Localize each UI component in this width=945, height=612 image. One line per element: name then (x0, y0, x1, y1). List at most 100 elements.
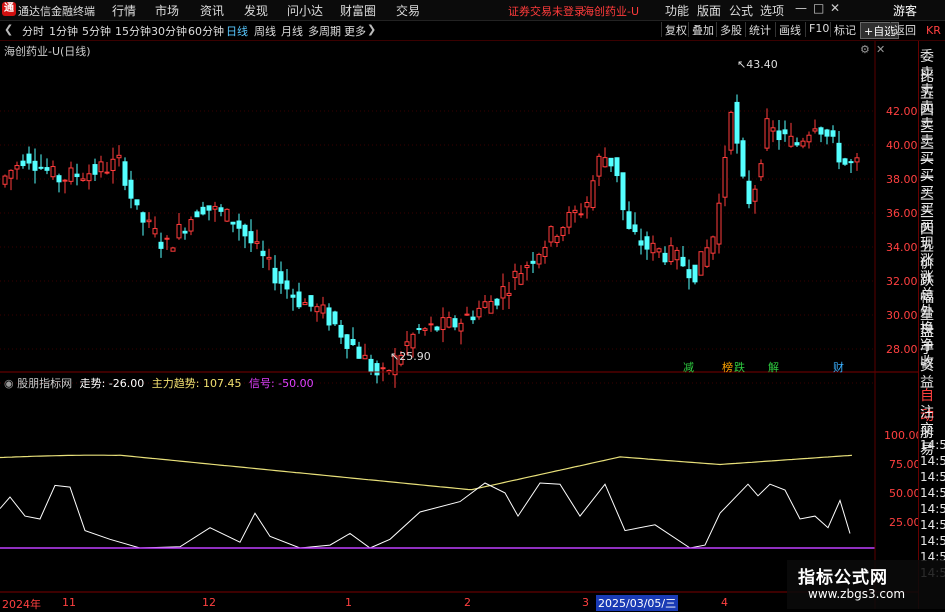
menu-trade[interactable]: 交易 (396, 2, 420, 19)
candle-body (566, 211, 572, 228)
indicator-toggle-icon[interactable]: ◉ (4, 377, 14, 390)
user-guest[interactable]: 游客 (893, 2, 917, 19)
candle-body (536, 253, 542, 265)
price-tick: 36.00 (886, 207, 918, 220)
candle-body (332, 311, 338, 325)
candle-body (638, 240, 644, 246)
nav-back-icon[interactable]: ❮ (4, 23, 13, 36)
candle-body (608, 157, 614, 167)
indicator-name[interactable]: 股朋指标网 (17, 377, 72, 390)
period-daily[interactable]: 日线 (226, 23, 248, 39)
menu-discover[interactable]: 发现 (244, 2, 268, 19)
back-button[interactable]: 返回 (890, 22, 919, 37)
candle-body (824, 129, 830, 137)
tool-stats[interactable]: 统计 (745, 22, 774, 37)
sidebar-time: 14:5 (920, 454, 945, 468)
candle-body (788, 135, 794, 147)
candle-body (272, 267, 278, 284)
candle-body (596, 155, 602, 177)
menu-wealth-circle[interactable]: 财富圈 (340, 2, 376, 19)
candle-body (98, 161, 104, 173)
watermark-url: www.zbgs3.com (808, 587, 906, 601)
candle-body (362, 354, 368, 360)
candle-body (416, 328, 422, 331)
maximize-icon[interactable]: □ (813, 1, 824, 15)
candle-body (518, 273, 524, 285)
period-multi[interactable]: 多周期 (308, 23, 341, 39)
tool-rights[interactable]: 复权 (661, 22, 690, 37)
price-tick: 34.00 (886, 241, 918, 254)
candle-body (632, 224, 638, 233)
event-marker[interactable]: 榜 (722, 359, 733, 375)
candle-body (674, 249, 680, 261)
event-marker[interactable]: 财 (833, 359, 844, 375)
menu-market[interactable]: 市场 (155, 2, 179, 19)
candle-body (260, 250, 266, 257)
indicator-series (0, 454, 875, 549)
tool-mark[interactable]: 标记 (830, 22, 859, 37)
tool-draw[interactable]: 画线 (775, 22, 804, 37)
candle-body (470, 316, 476, 321)
candle-body (422, 328, 428, 331)
event-marker[interactable]: 跌 (734, 359, 745, 375)
candle-body (656, 248, 662, 253)
candle-body (116, 154, 122, 159)
candle-body (434, 326, 440, 331)
minimize-icon[interactable]: — (795, 1, 807, 15)
menu-ask-xiaoda[interactable]: 问小达 (287, 2, 323, 19)
candle-body (38, 166, 44, 169)
candle-body (350, 339, 356, 346)
candle-body (236, 220, 242, 229)
candle-body (524, 265, 530, 269)
sidebar-time: 14:5 (920, 470, 945, 484)
tool-layout[interactable]: 版面 (697, 2, 721, 19)
tool-formula[interactable]: 公式 (729, 2, 753, 19)
tool-f10[interactable]: F10 (805, 22, 832, 37)
candle-body (278, 271, 284, 284)
candle-body (746, 180, 752, 205)
candle-body (500, 286, 506, 299)
kline-chart[interactable] (0, 41, 918, 609)
menu-quotes[interactable]: 行情 (112, 2, 136, 19)
event-marker[interactable]: 解 (768, 359, 779, 375)
high-price-label: ↖43.40 (737, 58, 778, 71)
candle-body (758, 163, 764, 178)
candle-body (170, 247, 176, 252)
event-marker[interactable]: 减 (683, 359, 694, 375)
chevron-right-icon[interactable]: ❯ (367, 23, 376, 36)
period-15min[interactable]: 15分钟 (115, 23, 151, 39)
candle-body (800, 140, 806, 147)
tool-overlay[interactable]: 叠加 (688, 22, 717, 37)
x-tick: 1 (345, 596, 352, 609)
candle-body (842, 158, 848, 165)
candle-body (176, 223, 182, 239)
candle-body (8, 169, 14, 179)
indicator-header: ◉ 股朋指标网 走势: -26.00 主力趋势: 107.45 信号: -50.… (4, 375, 314, 391)
indicator-tick: 100.00 (884, 429, 923, 442)
candle-body (374, 363, 380, 376)
sidebar-time: 14:5 (920, 486, 945, 500)
login-warning[interactable]: 证券交易未登录 (508, 3, 585, 19)
candle-body (488, 300, 494, 314)
menu-news[interactable]: 资讯 (200, 2, 224, 19)
tool-options[interactable]: 选项 (760, 2, 784, 19)
candle-body (590, 180, 596, 209)
close-icon[interactable]: ✕ (830, 1, 840, 15)
period-tick[interactable]: 分时 (22, 23, 44, 39)
candle-body (74, 173, 80, 178)
period-5min[interactable]: 5分钟 (82, 23, 111, 39)
period-monthly[interactable]: 月线 (281, 23, 303, 39)
period-1min[interactable]: 1分钟 (49, 23, 78, 39)
period-30min[interactable]: 30分钟 (151, 23, 187, 39)
candle-body (302, 302, 308, 306)
period-more[interactable]: 更多 (344, 23, 366, 39)
period-weekly[interactable]: 周线 (254, 23, 276, 39)
period-60min[interactable]: 60分钟 (188, 23, 224, 39)
candle-body (230, 221, 236, 225)
tool-function[interactable]: 功能 (665, 2, 689, 19)
candle-body (248, 231, 254, 244)
tool-multi-stock[interactable]: 多股 (716, 22, 745, 37)
candle-body (62, 179, 68, 182)
candle-body (644, 236, 650, 250)
candle-body (662, 252, 668, 263)
